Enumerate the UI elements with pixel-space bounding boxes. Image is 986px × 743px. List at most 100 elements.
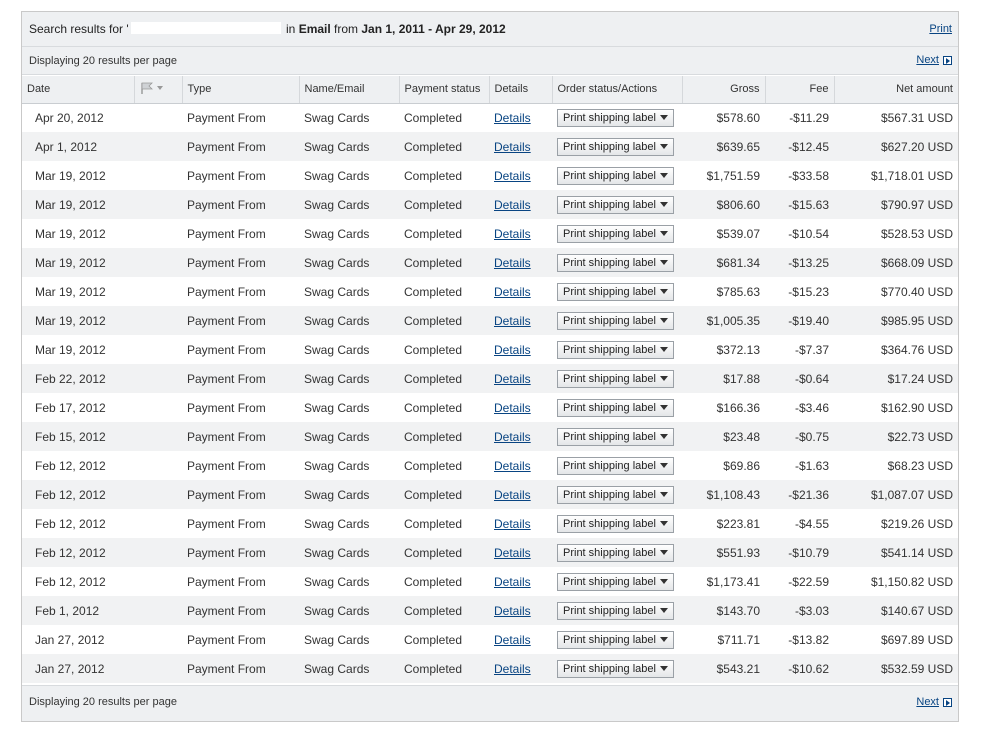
cell-flag — [134, 103, 182, 132]
details-link[interactable]: Details — [494, 662, 531, 676]
cell-fee: -$0.75 — [765, 422, 834, 451]
redacted-query — [130, 22, 281, 34]
cell-net-amount: $162.90 USD — [880, 400, 953, 415]
details-link[interactable]: Details — [494, 401, 531, 415]
print-shipping-label-button[interactable]: Print shipping label — [557, 108, 674, 127]
flag-filter-control[interactable] — [140, 82, 163, 94]
table-row: Mar 19, 2012 Payment From Swag Cards Comple… — [22, 277, 958, 306]
col-flag[interactable] — [134, 76, 183, 104]
print-shipping-label-button[interactable]: Print shipping label — [557, 166, 674, 185]
cell-payment-status: Completed — [404, 632, 463, 647]
details-link[interactable]: Details — [494, 111, 531, 125]
cell-date: Jan 27, 2012 — [35, 632, 105, 647]
col-payment-status[interactable]: Payment status — [399, 76, 490, 104]
print-shipping-label-button[interactable]: Print shipping label — [557, 340, 674, 359]
cell-payment-status: Completed — [404, 400, 463, 415]
col-fee[interactable]: Fee — [765, 76, 835, 104]
cell-payment-status: Completed — [399, 248, 489, 277]
col-details: Details — [489, 76, 553, 104]
details-link[interactable]: Details — [494, 140, 531, 154]
cell-gross: $578.60 — [716, 110, 760, 125]
details-link[interactable]: Details — [494, 256, 531, 270]
search-results-panel: Search results for ' in Email from Jan 1… — [21, 11, 959, 722]
details-link[interactable]: Details — [494, 517, 531, 531]
print-shipping-label-text: Print shipping label — [563, 430, 656, 443]
print-shipping-label-text: Print shipping label — [563, 575, 656, 588]
print-shipping-label-button[interactable]: Print shipping label — [557, 369, 674, 388]
print-shipping-label-button[interactable]: Print shipping label — [557, 485, 674, 504]
print-shipping-label-button[interactable]: Print shipping label — [557, 456, 674, 475]
print-shipping-label-button[interactable]: Print shipping label — [557, 195, 674, 214]
cell-name-email: Swag Cards — [299, 132, 399, 161]
next-link[interactable]: Next — [916, 696, 939, 708]
chevron-down-icon — [660, 260, 668, 265]
cell-flag — [134, 509, 182, 538]
col-date[interactable]: Date — [22, 76, 135, 104]
cell-name-email: Swag Cards — [304, 168, 370, 183]
cell-flag — [134, 335, 182, 364]
details-link[interactable]: Details — [494, 227, 531, 241]
print-shipping-label-button[interactable]: Print shipping label — [557, 427, 674, 446]
cell-details: Details — [489, 161, 552, 190]
print-shipping-label-button[interactable]: Print shipping label — [557, 253, 674, 272]
chevron-down-icon — [660, 231, 668, 236]
details-link[interactable]: Details — [494, 198, 531, 212]
cell-flag — [134, 567, 182, 596]
cell-date: Feb 12, 2012 — [35, 458, 106, 473]
print-shipping-label-button[interactable]: Print shipping label — [557, 282, 674, 301]
details-link[interactable]: Details — [494, 430, 531, 444]
print-shipping-label-button[interactable]: Print shipping label — [557, 514, 674, 533]
cell-flag — [134, 364, 182, 393]
details-link[interactable]: Details — [494, 285, 531, 299]
col-name-email[interactable]: Name/Email — [299, 76, 400, 104]
table-row: Feb 12, 2012 Payment From Swag Cards Comple… — [22, 480, 958, 509]
next-page-button[interactable]: Next — [916, 54, 952, 66]
print-link[interactable]: Print — [929, 23, 952, 35]
cell-name-email: Swag Cards — [299, 596, 399, 625]
cell-net-amount: $364.76 USD — [880, 342, 953, 357]
details-link[interactable]: Details — [494, 575, 531, 589]
print-shipping-label-text: Print shipping label — [563, 227, 656, 240]
next-arrow-icon[interactable] — [943, 55, 952, 65]
chevron-down-icon — [660, 202, 668, 207]
details-link[interactable]: Details — [494, 459, 531, 473]
cell-type: Payment From — [182, 248, 299, 277]
cell-fee: -$19.40 — [765, 306, 834, 335]
print-shipping-label-button[interactable]: Print shipping label — [557, 311, 674, 330]
cell-gross: $166.36 — [716, 400, 760, 415]
details-link[interactable]: Details — [494, 372, 531, 386]
cell-gross: $1,005.35 — [682, 306, 765, 335]
details-link[interactable]: Details — [494, 604, 531, 618]
print-shipping-label-button[interactable]: Print shipping label — [557, 601, 674, 620]
print-shipping-label-text: Print shipping label — [563, 256, 656, 269]
print-shipping-label-button[interactable]: Print shipping label — [557, 137, 674, 156]
cell-order-status: Print shipping label — [552, 654, 682, 683]
print-shipping-label-button[interactable]: Print shipping label — [557, 543, 674, 562]
search-summary-bar: Search results for ' in Email from Jan 1… — [22, 12, 958, 47]
details-link[interactable]: Details — [494, 343, 531, 357]
cell-order-status: Print shipping label — [552, 567, 682, 596]
details-link[interactable]: Details — [494, 314, 531, 328]
print-shipping-label-button[interactable]: Print shipping label — [557, 659, 674, 678]
bottom-pager: Displaying 20 results per page Next — [22, 685, 958, 721]
next-link[interactable]: Next — [916, 54, 939, 66]
print-shipping-label-button[interactable]: Print shipping label — [557, 572, 674, 591]
print-shipping-label-button[interactable]: Print shipping label — [557, 398, 674, 417]
next-page-button[interactable]: Next — [916, 696, 952, 708]
next-arrow-icon[interactable] — [943, 697, 952, 707]
details-link[interactable]: Details — [494, 488, 531, 502]
details-link[interactable]: Details — [494, 633, 531, 647]
cell-fee: -$15.63 — [765, 190, 834, 219]
cell-type: Payment From — [182, 480, 299, 509]
col-type[interactable]: Type — [182, 76, 300, 104]
print-shipping-label-button[interactable]: Print shipping label — [557, 224, 674, 243]
details-link[interactable]: Details — [494, 169, 531, 183]
cell-date: Mar 19, 2012 — [35, 342, 106, 357]
col-gross[interactable]: Gross — [682, 76, 766, 104]
details-link[interactable]: Details — [494, 546, 531, 560]
cell-date: Feb 17, 2012 — [35, 400, 106, 415]
cell-details: Details — [489, 335, 552, 364]
col-net-amount[interactable]: Net amount — [834, 76, 958, 104]
print-shipping-label-button[interactable]: Print shipping label — [557, 630, 674, 649]
table-row: Feb 12, 2012 Payment From Swag Cards Comple… — [22, 509, 958, 538]
